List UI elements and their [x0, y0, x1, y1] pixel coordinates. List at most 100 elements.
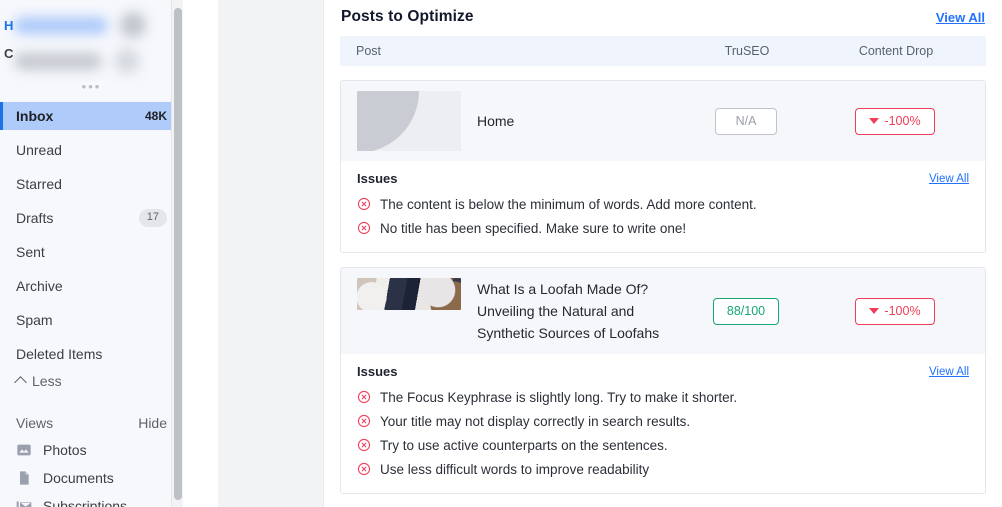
error-circle-x-icon — [357, 221, 371, 235]
error-circle-x-icon — [357, 390, 371, 404]
app-root: H C ••• Inbox 48K Unread Starred Drafts 17 Sen… — [0, 0, 1002, 507]
caret-down-icon — [869, 308, 880, 314]
issue-text: Try to use active counterparts on the se… — [380, 437, 668, 453]
post-summary-row: Home N/A -100% — [341, 81, 985, 161]
sidebar-item-count: 48K — [144, 109, 167, 123]
sidebar-less-label: Less — [32, 373, 62, 389]
content-drop-cell: -100% — [821, 297, 969, 325]
sidebar-view-photos[interactable]: Photos — [0, 436, 183, 464]
sidebar-item-drafts[interactable]: Drafts 17 — [0, 204, 183, 232]
views-hide-button[interactable]: Hide — [138, 415, 167, 431]
table-header-row: Post TruSEO Content Drop — [340, 36, 986, 66]
views-label: Views — [16, 415, 54, 431]
spacer-white — [183, 0, 219, 507]
issues-view-all-link[interactable]: View All — [929, 366, 969, 378]
issue-text: Your title may not display correctly in … — [380, 413, 691, 429]
sidebar-view-label: Subscriptions — [43, 498, 128, 507]
issue-item: The content is below the minimum of word… — [357, 192, 969, 216]
photos-icon — [16, 442, 32, 458]
truseo-score-text: 88/100 — [726, 303, 766, 318]
issue-item: Your title may not display correctly in … — [357, 409, 969, 433]
issue-item: No title has been specified. Make sure t… — [357, 216, 969, 240]
error-circle-x-icon — [357, 414, 371, 428]
chevron-up-icon — [14, 376, 27, 389]
page-title: Posts to Optimize — [341, 8, 474, 25]
sidebar-item-label: Archive — [16, 278, 63, 294]
content-drop-text: -100% — [884, 113, 921, 128]
issue-text: The content is below the minimum of word… — [380, 196, 757, 212]
truseo-cell: N/A — [671, 107, 821, 135]
issues-section: Issues View All The Focus Keyphrase is sli… — [341, 354, 985, 493]
account-initial-primary: H — [4, 18, 14, 33]
issues-title: Issues — [357, 364, 398, 379]
sidebar-item-label: Spam — [16, 312, 53, 328]
sidebar-item-sent[interactable]: Sent — [0, 238, 183, 266]
post-thumbnail — [357, 278, 461, 310]
sidebar-item-starred[interactable]: Starred — [0, 170, 183, 198]
subscriptions-icon — [16, 498, 32, 507]
content-drop-text: -100% — [884, 303, 921, 318]
truseo-cell: 88/100 — [671, 297, 821, 325]
post-title[interactable]: What Is a Loofah Made Of? Unveiling the … — [477, 278, 671, 344]
truseo-score-badge[interactable]: 88/100 — [712, 297, 780, 325]
sidebar-item-unread[interactable]: Unread — [0, 136, 183, 164]
sidebar-item-label: Inbox — [16, 108, 54, 124]
truseo-score-badge[interactable]: N/A — [715, 107, 777, 135]
post-thumbnail — [357, 91, 461, 151]
main-panel: Posts to Optimize View All Post TruSEO C… — [324, 0, 1002, 507]
error-circle-x-icon — [357, 438, 371, 452]
post-title[interactable]: Home — [477, 110, 671, 132]
truseo-score-text: N/A — [735, 113, 757, 128]
issue-text: Use less difficult words to improve read… — [380, 461, 650, 477]
sidebar-item-label: Starred — [16, 176, 62, 192]
sidebar-view-subscriptions[interactable]: Subscriptions — [0, 492, 183, 507]
post-card: Home N/A -100% Issues View All The content is… — [340, 80, 986, 253]
document-icon — [16, 470, 32, 486]
column-header-truseo: TruSEO — [724, 44, 770, 58]
issues-header: Issues View All — [357, 364, 969, 379]
sidebar-item-badge: 17 — [138, 209, 167, 227]
issue-item: Use less difficult words to improve read… — [357, 457, 969, 481]
error-circle-x-icon — [357, 462, 371, 476]
column-header-post: Post — [356, 44, 382, 58]
caret-down-icon — [869, 118, 880, 124]
sidebar-item-label: Unread — [16, 142, 62, 158]
column-header-content-drop: Content Drop — [858, 44, 934, 58]
sidebar-scrollbar-thumb[interactable] — [174, 8, 182, 500]
sidebar-item-label: Sent — [16, 244, 45, 260]
sidebar-nav: Inbox 48K Unread Starred Drafts 17 Sent Archive… — [0, 98, 183, 368]
issues-title: Issues — [357, 171, 398, 186]
content-drop-cell: -100% — [821, 107, 969, 135]
sidebar-less-toggle[interactable]: Less — [0, 368, 183, 394]
issues-header: Issues View All — [357, 171, 969, 186]
sidebar: H C ••• Inbox 48K Unread Starred Drafts 17 Sen… — [0, 0, 183, 507]
sidebar-item-inbox[interactable]: Inbox 48K — [0, 102, 183, 130]
sidebar-item-label: Drafts — [16, 210, 54, 226]
sidebar-item-deleted-items[interactable]: Deleted Items — [0, 340, 183, 368]
account-initial-secondary: C — [4, 46, 14, 61]
content-drop-badge[interactable]: -100% — [855, 297, 935, 325]
overflow-dots-icon[interactable]: ••• — [0, 76, 183, 98]
panel-header: Posts to Optimize View All — [340, 0, 986, 36]
views-header: Views Hide — [0, 410, 183, 436]
sidebar-item-label: Deleted Items — [16, 346, 103, 362]
issue-item: Try to use active counterparts on the se… — [357, 433, 969, 457]
sidebar-view-documents[interactable]: Documents — [0, 464, 183, 492]
content-drop-badge[interactable]: -100% — [855, 107, 935, 135]
issue-item: The Focus Keyphrase is slightly long. Tr… — [357, 385, 969, 409]
sidebar-item-spam[interactable]: Spam — [0, 306, 183, 334]
post-card-list: Home N/A -100% Issues View All The content is… — [340, 80, 986, 494]
spacer-gray-column — [219, 0, 324, 507]
issue-text: The Focus Keyphrase is slightly long. Tr… — [380, 389, 738, 405]
account-switcher-blurred[interactable]: H C — [0, 0, 183, 76]
account-blur-graphic — [14, 12, 169, 74]
issue-text: No title has been specified. Make sure t… — [380, 220, 687, 236]
post-card: What Is a Loofah Made Of? Unveiling the … — [340, 267, 986, 494]
view-all-link[interactable]: View All — [936, 10, 985, 25]
sidebar-item-archive[interactable]: Archive — [0, 272, 183, 300]
error-circle-x-icon — [357, 197, 371, 211]
post-summary-row: What Is a Loofah Made Of? Unveiling the … — [341, 268, 985, 354]
sidebar-scrollbar[interactable] — [171, 0, 183, 507]
sidebar-view-label: Photos — [43, 442, 87, 458]
issues-view-all-link[interactable]: View All — [929, 173, 969, 185]
